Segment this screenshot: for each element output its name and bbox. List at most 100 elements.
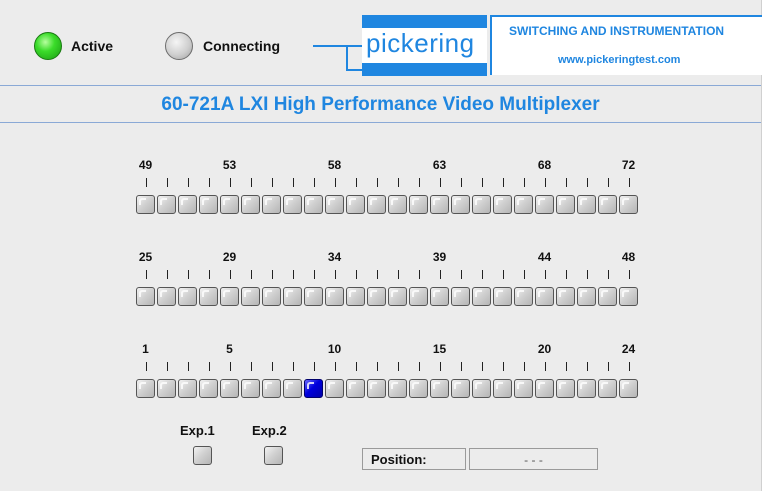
relay-button-channel-25[interactable]: [136, 287, 155, 306]
relay-button-channel-12[interactable]: [367, 379, 386, 398]
active-status-label: Active: [71, 38, 114, 54]
channel-tick-mark: [481, 178, 483, 187]
relay-button-channel-2[interactable]: [157, 379, 176, 398]
relay-button-channel-68[interactable]: [535, 195, 554, 214]
relay-button-channel-27[interactable]: [178, 287, 197, 306]
relay-button-channel-22[interactable]: [577, 379, 596, 398]
company-url-link[interactable]: www.pickeringtest.com: [558, 54, 680, 66]
relay-button-channel-24[interactable]: [619, 379, 638, 398]
channel-tick-mark: [208, 270, 210, 279]
relay-button-channel-36[interactable]: [367, 287, 386, 306]
relay-button-channel-65[interactable]: [472, 195, 491, 214]
relay-button-channel-69[interactable]: [556, 195, 575, 214]
channel-number-label: 72: [621, 158, 636, 172]
relay-button-channel-59[interactable]: [346, 195, 365, 214]
relay-button-channel-57[interactable]: [304, 195, 323, 214]
channel-tick-mark: [481, 362, 483, 371]
relay-button-channel-5[interactable]: [220, 379, 239, 398]
relay-button-channel-62[interactable]: [409, 195, 428, 214]
channel-tick-mark: [313, 362, 315, 371]
relay-button-channel-47[interactable]: [598, 287, 617, 306]
relay-button-channel-14[interactable]: [409, 379, 428, 398]
relay-button-channel-11[interactable]: [346, 379, 365, 398]
relay-button-channel-42[interactable]: [493, 287, 512, 306]
relay-button-channel-34[interactable]: [325, 287, 344, 306]
relay-button-channel-18[interactable]: [493, 379, 512, 398]
relay-button-channel-71[interactable]: [598, 195, 617, 214]
channel-tick-mark: [586, 178, 588, 187]
relay-button-channel-48[interactable]: [619, 287, 638, 306]
connecting-status-led-icon: [165, 32, 193, 60]
relay-button-channel-28[interactable]: [199, 287, 218, 306]
relay-button-channel-40[interactable]: [451, 287, 470, 306]
relay-button-channel-63[interactable]: [430, 195, 449, 214]
relay-button-channel-35[interactable]: [346, 287, 365, 306]
channel-number-label: 5: [226, 342, 233, 356]
relay-button-channel-46[interactable]: [577, 287, 596, 306]
app-frame: Active Connecting pickering SWITCHING AN…: [0, 0, 762, 491]
relay-button-channel-20[interactable]: [535, 379, 554, 398]
relay-button-channel-31[interactable]: [262, 287, 281, 306]
relay-button-channel-41[interactable]: [472, 287, 491, 306]
relay-button-channel-37[interactable]: [388, 287, 407, 306]
relay-button-channel-54[interactable]: [241, 195, 260, 214]
relay-button-channel-16[interactable]: [451, 379, 470, 398]
relay-button-channel-9[interactable]: [304, 379, 323, 398]
relay-button-channel-13[interactable]: [388, 379, 407, 398]
expansion-2-button[interactable]: [264, 446, 283, 465]
relay-button-channel-56[interactable]: [283, 195, 302, 214]
relay-button-channel-60[interactable]: [367, 195, 386, 214]
relay-button-channel-1[interactable]: [136, 379, 155, 398]
relay-button-channel-66[interactable]: [493, 195, 512, 214]
channel-tick-mark: [271, 270, 273, 279]
relay-button-channel-33[interactable]: [304, 287, 323, 306]
relay-button-channel-49[interactable]: [136, 195, 155, 214]
relay-button-channel-23[interactable]: [598, 379, 617, 398]
relay-button-channel-45[interactable]: [556, 287, 575, 306]
relay-button-channel-21[interactable]: [556, 379, 575, 398]
relay-bank-1-24: 1 5 10 15 20 24: [136, 342, 640, 412]
relay-button-channel-3[interactable]: [178, 379, 197, 398]
channel-tick-mark: [334, 178, 336, 187]
relay-button-channel-26[interactable]: [157, 287, 176, 306]
relay-button-channel-30[interactable]: [241, 287, 260, 306]
relay-button-channel-15[interactable]: [430, 379, 449, 398]
relay-button-channel-8[interactable]: [283, 379, 302, 398]
relay-button-channel-51[interactable]: [178, 195, 197, 214]
channel-number-label: 15: [432, 342, 447, 356]
channel-tick-mark: [418, 362, 420, 371]
relay-button-channel-10[interactable]: [325, 379, 344, 398]
relay-button-channel-50[interactable]: [157, 195, 176, 214]
position-value-field: - - -: [469, 448, 598, 470]
relay-button-channel-29[interactable]: [220, 287, 239, 306]
relay-button-channel-38[interactable]: [409, 287, 428, 306]
relay-button-channel-6[interactable]: [241, 379, 260, 398]
relay-button-channel-70[interactable]: [577, 195, 596, 214]
channel-number-label: 39: [432, 250, 447, 264]
channel-tick-mark: [523, 362, 525, 371]
relay-button-channel-7[interactable]: [262, 379, 281, 398]
relay-button-channel-52[interactable]: [199, 195, 218, 214]
relay-button-channel-55[interactable]: [262, 195, 281, 214]
channel-tick-mark: [250, 270, 252, 279]
relay-button-channel-32[interactable]: [283, 287, 302, 306]
relay-button-channel-19[interactable]: [514, 379, 533, 398]
company-info-box: SWITCHING AND INSTRUMENTATION www.picker…: [490, 15, 762, 75]
relay-button-channel-17[interactable]: [472, 379, 491, 398]
relay-button-channel-4[interactable]: [199, 379, 218, 398]
position-label: Position:: [371, 452, 427, 467]
relay-button-channel-58[interactable]: [325, 195, 344, 214]
expansion-1-button[interactable]: [193, 446, 212, 465]
channel-tick-mark: [187, 270, 189, 279]
relay-button-channel-43[interactable]: [514, 287, 533, 306]
relay-button-channel-64[interactable]: [451, 195, 470, 214]
channel-tick-mark: [544, 178, 546, 187]
relay-button-channel-53[interactable]: [220, 195, 239, 214]
channel-tick-mark: [166, 270, 168, 279]
relay-button-channel-61[interactable]: [388, 195, 407, 214]
relay-button-channel-67[interactable]: [514, 195, 533, 214]
channel-tick-mark: [313, 178, 315, 187]
relay-button-channel-44[interactable]: [535, 287, 554, 306]
relay-button-channel-72[interactable]: [619, 195, 638, 214]
relay-button-channel-39[interactable]: [430, 287, 449, 306]
